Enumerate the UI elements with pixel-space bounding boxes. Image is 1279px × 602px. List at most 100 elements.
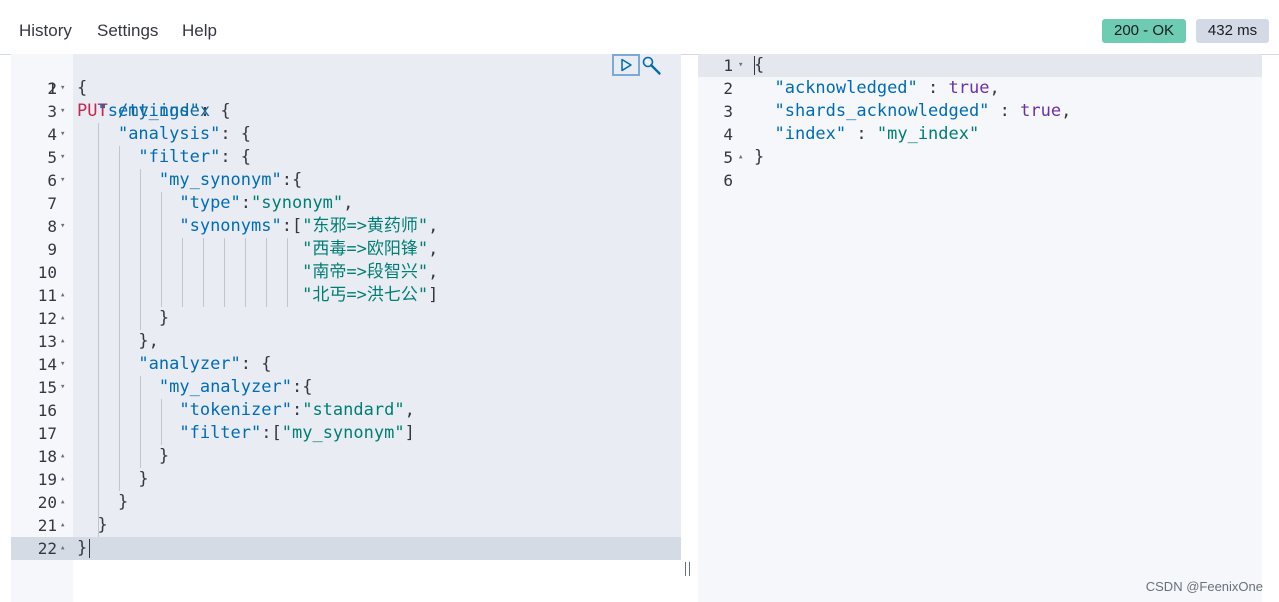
request-line: 20 ▴ } (11, 491, 681, 514)
response-line: 5 ▴} (698, 146, 1262, 169)
request-line-code: "type":"synonym", (179, 193, 354, 213)
request-line-code: "settings": { (97, 101, 231, 121)
line-number: 5 (723, 148, 733, 167)
unfold-arrow-icon[interactable]: ▴ (60, 537, 65, 560)
line-number: 9 (47, 240, 57, 259)
request-line-code: "tokenizer":"standard", (179, 400, 415, 420)
request-line-code: "my_analyzer":{ (158, 377, 313, 397)
request-line: 1 PUT /my_index (11, 54, 681, 121)
fold-arrow-icon[interactable]: ▾ (60, 146, 65, 169)
fold-arrow-icon[interactable]: ▾ (60, 169, 65, 192)
watermark: CSDN @FeenixOne (1145, 579, 1263, 594)
request-line-code: "filter":["my_synonym"] (179, 423, 415, 443)
response-line-code: { (754, 55, 765, 75)
line-number: 15 (37, 378, 57, 397)
request-line-code: "my_synonym":{ (158, 170, 303, 190)
wrench-icon (642, 56, 661, 75)
line-number: 18 (37, 447, 57, 466)
settings-menu-item[interactable]: Settings (97, 20, 158, 42)
response-viewer[interactable]: 1 ▾{2 "acknowledged" : true, 3 "shards_ack… (698, 54, 1262, 602)
request-line: 3 ▾ "settings": { (11, 100, 681, 123)
text-cursor (89, 539, 90, 558)
request-lines: 1 PUT /my_index 2 ▾{3 ▾ "settings": {4 ▾ "a… (11, 54, 681, 560)
fold-arrow-icon[interactable]: ▾ (60, 215, 65, 238)
request-line-code: "南帝=>段智兴", (302, 262, 439, 282)
help-menu-item[interactable]: Help (182, 20, 217, 42)
request-line-code: } (77, 538, 88, 558)
fold-arrow-icon[interactable]: ▾ (60, 77, 65, 100)
response-line-code: "shards_acknowledged" : true, (774, 101, 1072, 121)
response-time-badge: 432 ms (1196, 19, 1269, 43)
request-line: 21 ▴ } (11, 514, 681, 537)
request-line: 4 ▾ "analysis": { (11, 123, 681, 146)
fold-arrow-icon[interactable]: ▾ (738, 54, 743, 77)
console-menu-bar: History Settings Help 200 - OK 432 ms (0, 0, 1279, 55)
request-line-code: "filter": { (138, 147, 252, 167)
play-icon (621, 58, 632, 72)
request-line-code: "analysis": { (117, 124, 252, 144)
line-number: 17 (37, 424, 57, 443)
response-line: 4 "index" : "my_index" (698, 123, 1262, 146)
request-line: 22 ▴} (11, 537, 681, 560)
line-number: 6 (723, 171, 733, 190)
unfold-arrow-icon[interactable]: ▴ (60, 468, 65, 491)
fold-arrow-icon[interactable]: ▾ (60, 123, 65, 146)
line-number: 13 (37, 332, 57, 351)
line-number: 4 (723, 125, 733, 144)
request-settings-button[interactable] (641, 55, 663, 77)
line-number: 2 (723, 79, 733, 98)
unfold-arrow-icon[interactable]: ▴ (738, 146, 743, 169)
request-line-code: "analyzer": { (138, 354, 272, 374)
request-line: 2 ▾ { (11, 77, 681, 100)
unfold-arrow-icon[interactable]: ▴ (60, 284, 65, 307)
send-request-button[interactable] (612, 54, 640, 76)
unfold-arrow-icon[interactable]: ▴ (60, 445, 65, 468)
request-line-code: "北丐=>洪七公"] (302, 285, 439, 305)
request-line: 7 "type":"synonym", (11, 192, 681, 215)
unfold-arrow-icon[interactable]: ▴ (60, 330, 65, 353)
response-line-code: "acknowledged" : true, (774, 78, 1000, 98)
request-line: 15 ▾ "my_analyzer":{ (11, 376, 681, 399)
request-line: 5 ▾ "filter": { (11, 146, 681, 169)
response-line: 3 "shards_acknowledged" : true, (698, 100, 1262, 123)
pane-resize-handle[interactable] (684, 562, 692, 576)
line-number: 16 (37, 401, 57, 420)
response-line-code: "index" : "my_index" (774, 124, 980, 144)
request-editor[interactable]: 1 PUT /my_index 2 ▾{3 ▾ "settings": {4 ▾ "a… (11, 54, 681, 602)
request-line-code: } (77, 492, 129, 512)
fold-arrow-icon[interactable]: ▾ (60, 353, 65, 376)
request-line: 9 "西毒=>欧阳锋", (11, 238, 681, 261)
request-line: 11 ▴ "北丐=>洪七公"] (11, 284, 681, 307)
line-number: 2 (47, 79, 57, 98)
status-badge: 200 - OK (1102, 19, 1186, 43)
request-line-code: } (77, 469, 149, 489)
line-number: 14 (37, 355, 57, 374)
unfold-arrow-icon[interactable]: ▴ (60, 491, 65, 514)
request-line: 17 "filter":["my_synonym"] (11, 422, 681, 445)
line-number: 10 (37, 263, 57, 282)
request-line: 10 "南帝=>段智兴", (11, 261, 681, 284)
request-line: 14 ▾ "analyzer": { (11, 353, 681, 376)
request-line: 8 ▾ "synonyms":["东邪=>黄药师", (11, 215, 681, 238)
line-number: 7 (47, 194, 57, 213)
fold-arrow-icon[interactable]: ▾ (60, 100, 65, 123)
response-line: 1 ▾ { (698, 54, 1262, 77)
response-line-code: } (754, 147, 765, 167)
unfold-arrow-icon[interactable]: ▴ (60, 307, 65, 330)
request-line-code: "西毒=>欧阳锋", (302, 239, 439, 259)
request-line: 19 ▴ } (11, 468, 681, 491)
line-number: 3 (47, 102, 57, 121)
line-number: 8 (47, 217, 57, 236)
request-line: 6 ▾ "my_synonym":{ (11, 169, 681, 192)
line-number: 22 (37, 539, 57, 558)
fold-arrow-icon[interactable]: ▾ (60, 376, 65, 399)
request-line-code: { (77, 78, 88, 98)
history-menu-item[interactable]: History (19, 20, 72, 42)
response-line: 2 "acknowledged" : true, (698, 77, 1262, 100)
unfold-arrow-icon[interactable]: ▴ (60, 514, 65, 537)
response-lines: 1 ▾{2 "acknowledged" : true, 3 "shards_ack… (698, 54, 1262, 192)
request-line-code: } (77, 446, 170, 466)
request-line-code: "synonyms":["东邪=>黄药师", (179, 216, 439, 236)
line-number: 19 (37, 470, 57, 489)
request-line-code: } (77, 515, 108, 535)
